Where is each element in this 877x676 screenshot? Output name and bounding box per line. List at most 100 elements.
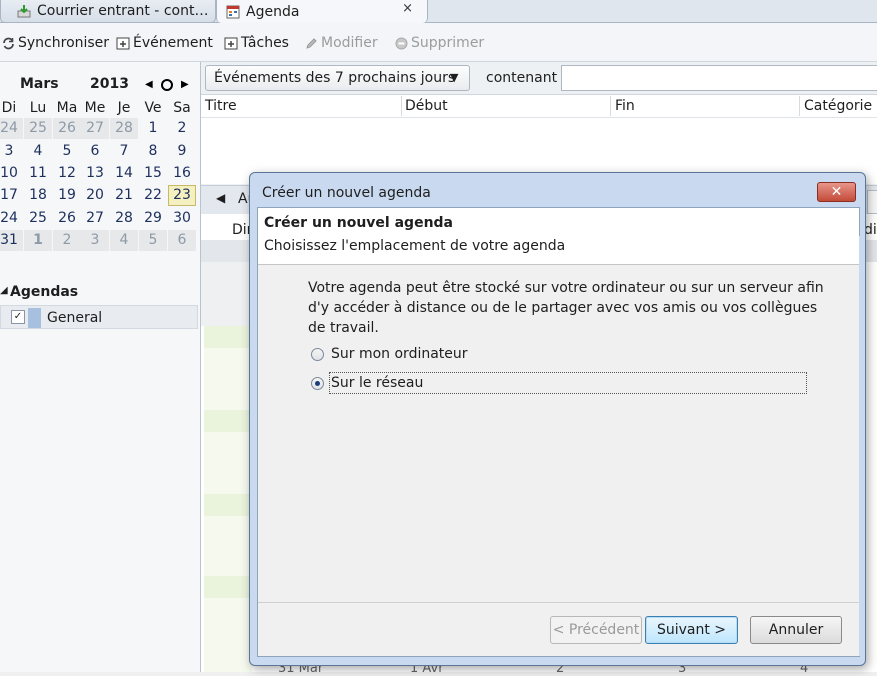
week-day-band	[204, 494, 252, 516]
new-event-label: Événement	[133, 35, 213, 51]
minical-day[interactable]: 30	[168, 208, 196, 229]
minical-day[interactable]: 3	[81, 230, 109, 251]
minical-day[interactable]: 9	[168, 141, 196, 162]
minical-day[interactable]: 26	[53, 118, 81, 139]
minical-day[interactable]: 24	[0, 118, 23, 139]
radio-network[interactable]	[311, 377, 324, 390]
week-day-band	[204, 598, 252, 672]
minical-day[interactable]: 26	[53, 208, 81, 229]
event-filter-value: Événements des 7 prochains jours	[214, 70, 456, 86]
minical-day[interactable]: 17	[0, 185, 23, 206]
week-day-band	[204, 326, 252, 348]
year-label[interactable]: 2013	[90, 76, 129, 92]
minical-day[interactable]: 10	[0, 163, 23, 184]
minical-day[interactable]: 12	[53, 163, 81, 184]
weekday-label: Ma	[56, 100, 78, 116]
minical-day[interactable]: 29	[139, 208, 167, 229]
minical-day[interactable]: 1	[24, 230, 52, 251]
minical-day[interactable]: 4	[24, 141, 52, 162]
prev-month-icon[interactable]: ◀	[145, 79, 153, 90]
minical-day[interactable]: 21	[110, 185, 138, 206]
pencil-icon	[304, 36, 318, 50]
week-day-band	[204, 576, 252, 598]
minical-day[interactable]: 1	[139, 118, 167, 139]
tab-agenda-label: Agenda	[246, 3, 300, 20]
column-title[interactable]: Titre	[205, 98, 237, 114]
minical-day[interactable]: 2	[168, 118, 196, 139]
minical-day[interactable]: 22	[139, 185, 167, 206]
sync-button[interactable]: Synchroniser	[1, 34, 109, 52]
delete-label: Supprimer	[411, 35, 485, 51]
minical-day[interactable]: 23	[168, 185, 196, 206]
minical-day[interactable]: 4	[110, 230, 138, 251]
minical-day[interactable]: 6	[81, 141, 109, 162]
minical-day[interactable]: 15	[139, 163, 167, 184]
minical-day[interactable]: 20	[81, 185, 109, 206]
minical-day[interactable]: 19	[53, 185, 81, 206]
minical-day[interactable]: 25	[24, 208, 52, 229]
weekday-label: Di	[1, 100, 17, 116]
minical-day[interactable]: 16	[168, 163, 196, 184]
minical-day[interactable]: 31	[0, 230, 23, 251]
collapse-caret-icon[interactable]: ◢	[0, 285, 8, 296]
next-button[interactable]: Suivant >	[645, 616, 738, 644]
dialog-body	[257, 207, 860, 657]
column-start[interactable]: Début	[405, 98, 448, 114]
agenda-checkbox[interactable]: ✓	[11, 310, 25, 324]
column-separator[interactable]	[610, 96, 611, 116]
weekday-label: Sa	[173, 100, 191, 116]
radio-network-label[interactable]: Sur le réseau	[331, 375, 423, 391]
minical-day[interactable]: 28	[110, 208, 138, 229]
radio-local[interactable]	[311, 348, 324, 361]
week-day-band	[204, 410, 252, 432]
column-separator[interactable]	[799, 96, 800, 116]
column-end[interactable]: Fin	[615, 98, 635, 114]
search-input[interactable]	[561, 65, 877, 91]
week-day-band	[204, 348, 252, 410]
minical-day[interactable]: 5	[53, 141, 81, 162]
view-button[interactable]	[867, 190, 877, 214]
delete-button[interactable]: Supprimer	[394, 34, 484, 52]
week-day-band	[204, 432, 252, 494]
minical-day[interactable]: 25	[24, 118, 52, 139]
month-label[interactable]: Mars	[20, 76, 59, 92]
radio-local-label[interactable]: Sur mon ordinateur	[331, 346, 468, 362]
minical-day[interactable]: 14	[110, 163, 138, 184]
minical-day[interactable]: 18	[24, 185, 52, 206]
minical-day[interactable]: 27	[81, 208, 109, 229]
weekday-label: Lu	[29, 100, 47, 116]
new-task-button[interactable]: Tâches	[224, 34, 289, 52]
inbox-download-icon	[17, 4, 31, 18]
cancel-button[interactable]: Annuler	[750, 616, 842, 644]
edit-button[interactable]: Modifier	[304, 34, 378, 52]
prev-arrow-icon[interactable]: ◀	[216, 191, 225, 205]
column-separator[interactable]	[401, 96, 402, 116]
next-month-icon[interactable]: ▶	[181, 79, 189, 90]
containing-label: contenant	[486, 70, 558, 86]
tab-agenda[interactable]: Agenda ×	[216, 0, 428, 23]
week-day-band	[204, 516, 252, 576]
new-event-button[interactable]: Événement	[116, 34, 213, 52]
dialog-divider	[258, 602, 859, 603]
minical-day[interactable]: 24	[0, 208, 23, 229]
minical-day[interactable]: 8	[139, 141, 167, 162]
minical-day[interactable]: 13	[81, 163, 109, 184]
minical-day[interactable]: 6	[168, 230, 196, 251]
today-icon[interactable]	[161, 79, 173, 91]
minical-day[interactable]: 27	[81, 118, 109, 139]
back-button[interactable]: < Précédent	[550, 616, 642, 644]
close-icon[interactable]: ✕	[817, 182, 856, 202]
minical-day[interactable]: 5	[139, 230, 167, 251]
minical-day[interactable]: 28	[110, 118, 138, 139]
minical-day[interactable]: 11	[24, 163, 52, 184]
minical-day[interactable]: 7	[110, 141, 138, 162]
minical-day[interactable]: 3	[0, 141, 23, 162]
new-event-icon	[116, 36, 130, 50]
tab-inbox[interactable]: Courrier entrant - cont…	[0, 0, 216, 23]
tab-inbox-label: Courrier entrant - cont…	[37, 3, 209, 19]
column-category[interactable]: Catégorie	[804, 98, 872, 114]
close-icon[interactable]: ×	[402, 1, 413, 16]
agenda-item-label: General	[47, 310, 103, 326]
sync-label: Synchroniser	[18, 35, 110, 51]
minical-day[interactable]: 2	[53, 230, 81, 251]
